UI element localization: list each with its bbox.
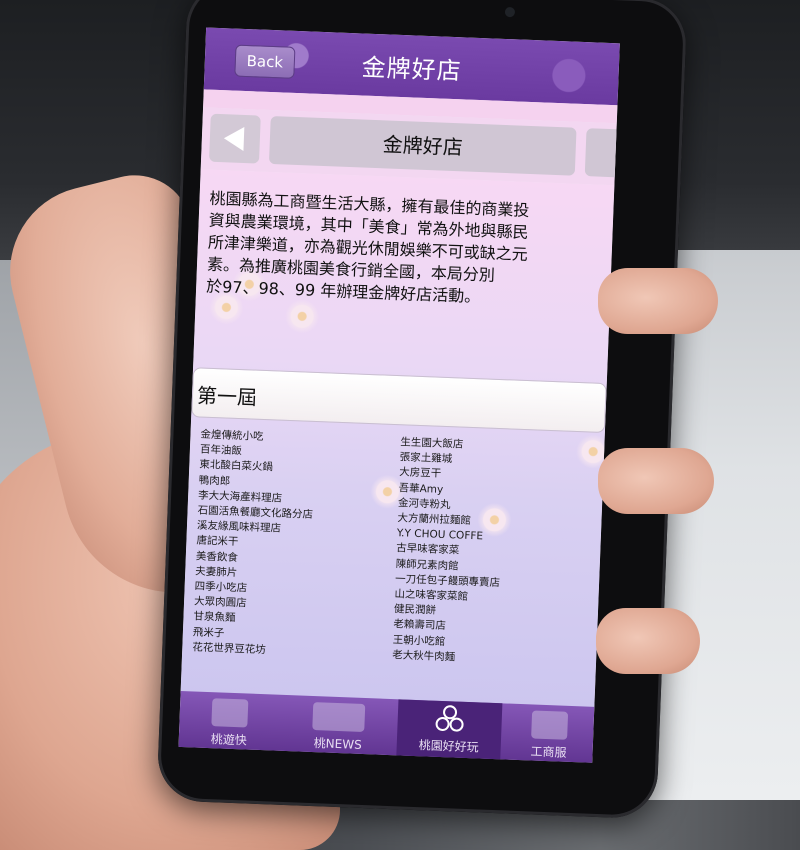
tab-current[interactable]: 金牌好店	[268, 115, 577, 176]
list-item[interactable]: 花花世界豆花坊	[192, 640, 308, 660]
section-title: 第一屆	[196, 383, 258, 410]
taoyuan-logo-icon	[435, 705, 464, 734]
folder-icon	[211, 698, 249, 728]
store-list-right: 生生園大飯店 張家土雞城 大房豆干 吾華Amy 金河寺粉丸 大方蘭州拉麵館 Y.…	[392, 435, 506, 667]
phone-screen: Back 金牌好店 金牌好店 桃園縣為工商暨生活大縣，擁有最佳的商業投 資與農業…	[178, 27, 620, 763]
nav-item-taoyuan-fun[interactable]: 桃園好好玩	[396, 699, 503, 763]
nav-label: 桃遊快	[210, 732, 248, 748]
page-title: 金牌好店	[361, 53, 463, 86]
nav-item-business[interactable]: 工商服	[504, 703, 594, 762]
megaphone-icon	[531, 710, 569, 740]
left-arrow-icon	[223, 126, 245, 151]
nav-label: 桃園好好玩	[418, 738, 479, 755]
front-camera	[504, 6, 516, 18]
nav-label: 工商服	[530, 744, 567, 760]
nav-label: 桃NEWS	[313, 736, 362, 752]
previous-tab-button[interactable]	[208, 113, 261, 164]
hand-finger	[598, 268, 718, 334]
content-area[interactable]: 桃園縣為工商暨生活大縣，擁有最佳的商業投 資與農業環境，其中「美食」常為外地與縣…	[180, 169, 615, 715]
hand-finger	[598, 448, 714, 514]
list-item[interactable]: 老大秋牛肉麵	[392, 648, 498, 667]
section-header[interactable]: 第一屆	[191, 367, 607, 434]
flower-decoration	[284, 298, 320, 334]
newspaper-icon	[312, 702, 366, 733]
nav-item-news[interactable]: 桃NEWS	[282, 695, 394, 759]
nav-item-taoyou[interactable]: 桃遊快	[179, 691, 281, 755]
hand-finger	[596, 608, 700, 674]
intro-text: 桃園縣為工商暨生活大縣，擁有最佳的商業投 資與農業環境，其中「美食」常為外地與縣…	[205, 188, 530, 307]
store-list-left: 金煌傳統小吃 百年油飯 東北酸白菜火鍋 鴨肉郎 李大大海產料理店 石園活魚餐廳文…	[192, 428, 316, 660]
next-tab-button[interactable]	[584, 128, 620, 178]
phone-device: Back 金牌好店 金牌好店 桃園縣為工商暨生活大縣，擁有最佳的商業投 資與農業…	[156, 0, 688, 820]
